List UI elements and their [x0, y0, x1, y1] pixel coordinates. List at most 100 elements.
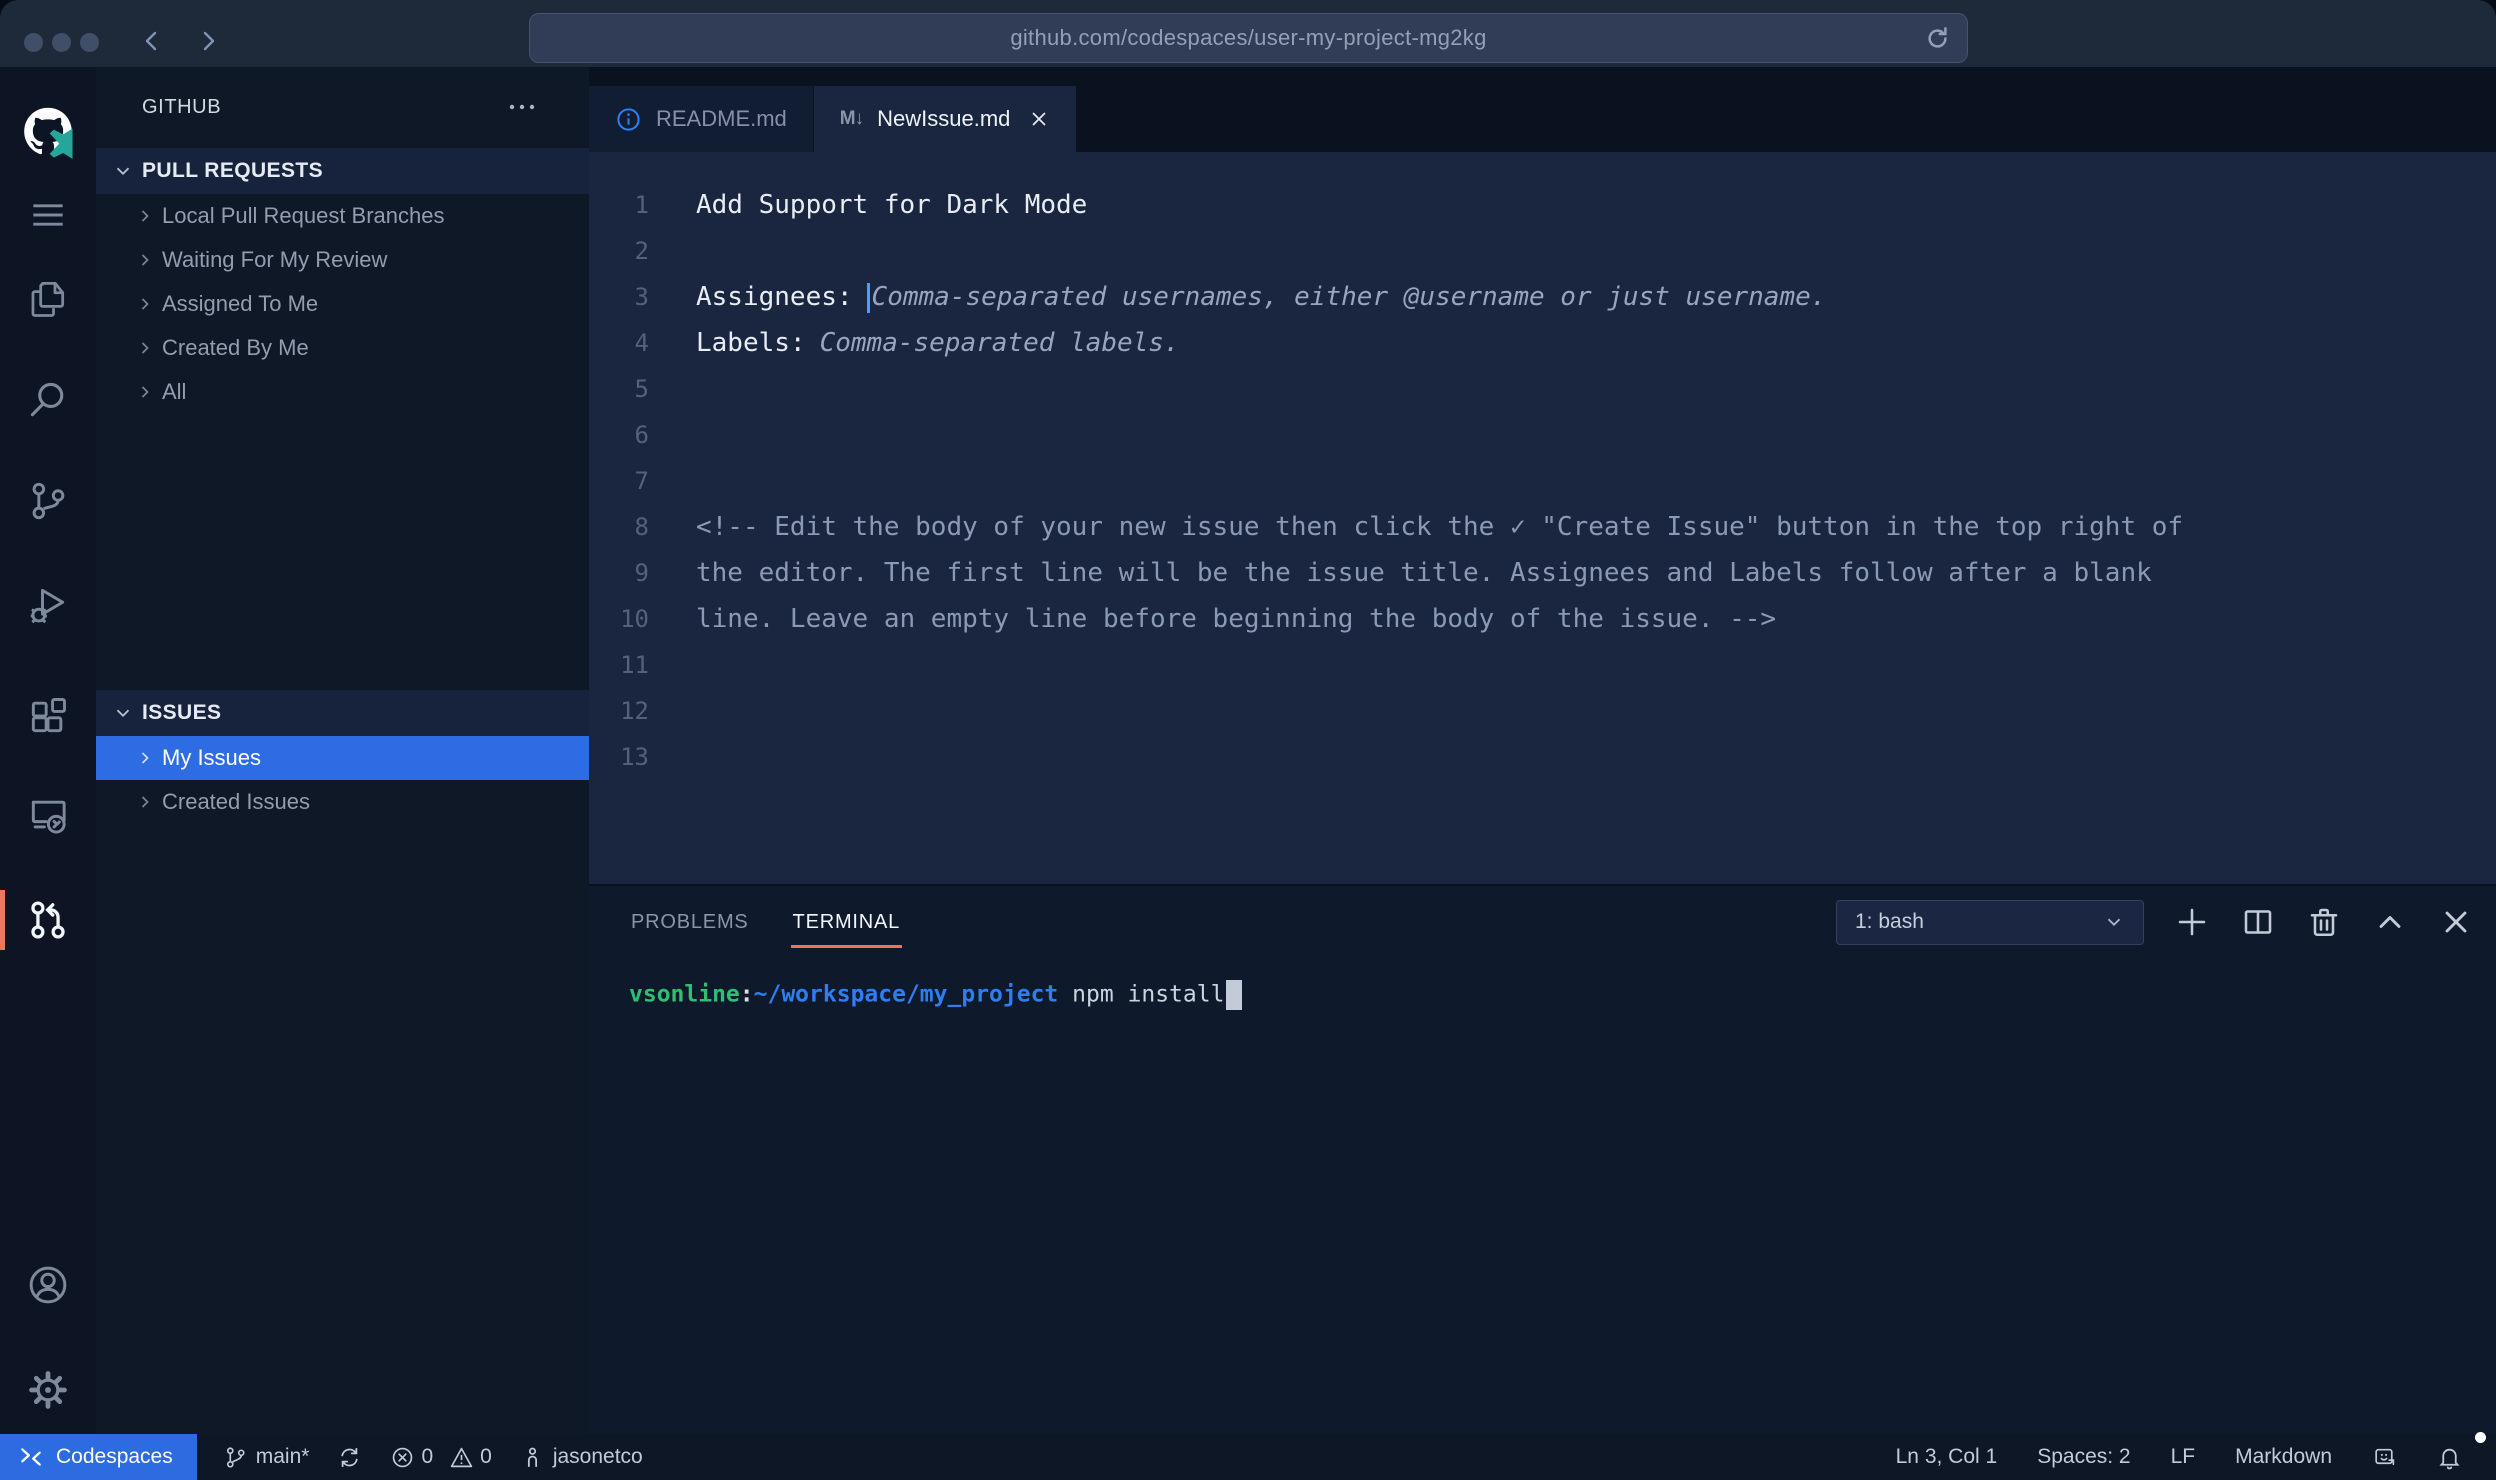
- browser-toolbar: github.com/codespaces/user-my-project-mg…: [0, 0, 2496, 67]
- chevron-down-icon: [112, 160, 134, 182]
- terminal[interactable]: vsonline:~/workspace/my_project npm inst…: [629, 980, 2496, 1010]
- tab-readme[interactable]: README.md: [589, 86, 814, 152]
- language-mode-status[interactable]: Markdown: [2215, 1434, 2352, 1480]
- editor-line[interactable]: 7: [589, 458, 2496, 504]
- error-icon: [390, 1445, 415, 1470]
- source-control-icon[interactable]: [0, 469, 96, 533]
- chevron-down-icon: [112, 702, 134, 724]
- split-terminal-icon[interactable]: [2240, 904, 2276, 940]
- reload-icon[interactable]: [1924, 25, 1951, 52]
- chevron-right-icon: [135, 250, 155, 270]
- terminal-cursor: [1226, 980, 1242, 1010]
- section-label: ISSUES: [142, 701, 221, 725]
- url-text: github.com/codespaces/user-my-project-mg…: [1010, 25, 1486, 51]
- chevron-right-icon: [135, 382, 155, 402]
- new-terminal-icon[interactable]: [2174, 904, 2210, 940]
- editor-line[interactable]: 8<!-- Edit the body of your new issue th…: [589, 504, 2496, 550]
- status-bar: Codespaces main* 0 0 jasonetco Ln 3, Col…: [0, 1434, 2496, 1480]
- address-bar[interactable]: github.com/codespaces/user-my-project-mg…: [529, 13, 1968, 63]
- section-label: PULL REQUESTS: [142, 159, 323, 183]
- chevron-right-icon: [135, 294, 155, 314]
- notifications-bell-icon[interactable]: [2417, 1434, 2482, 1480]
- chevron-down-icon: [2103, 911, 2125, 933]
- markdown-icon: M↓: [840, 108, 863, 130]
- sync-icon: [337, 1445, 362, 1470]
- close-icon[interactable]: [1028, 108, 1050, 130]
- tree-item-all[interactable]: All: [96, 370, 589, 414]
- editor-line[interactable]: 6: [589, 412, 2496, 458]
- sidebar: GITHUB PULL REQUESTS Local Pull Request …: [96, 67, 589, 1434]
- notification-badge: [2475, 1432, 2486, 1443]
- bottom-panel: PROBLEMS TERMINAL 1: bash: [589, 884, 2496, 1434]
- chevron-right-icon: [135, 206, 155, 226]
- tab-terminal[interactable]: TERMINAL: [791, 897, 903, 948]
- user-status[interactable]: jasonetco: [506, 1434, 657, 1480]
- sync-status[interactable]: [323, 1434, 376, 1480]
- settings-gear-icon[interactable]: [0, 1358, 96, 1422]
- text-cursor: [867, 283, 870, 313]
- editor-line[interactable]: 9the editor. The first line will be the …: [589, 550, 2496, 596]
- panel-header: PROBLEMS TERMINAL 1: bash: [589, 886, 2496, 958]
- tree-item-local-pull-request-branches[interactable]: Local Pull Request Branches: [96, 194, 589, 238]
- tree-item-created-issues[interactable]: Created Issues: [96, 780, 589, 824]
- tree-item-waiting-for-my-review[interactable]: Waiting For My Review: [96, 238, 589, 282]
- forward-icon[interactable]: [196, 29, 220, 53]
- info-icon: [615, 106, 642, 133]
- editor-line[interactable]: 12: [589, 688, 2496, 734]
- browser-window: github.com/codespaces/user-my-project-mg…: [0, 0, 2496, 1480]
- debug-icon[interactable]: [0, 573, 96, 637]
- account-icon[interactable]: [0, 1253, 96, 1317]
- sidebar-title: GITHUB: [142, 96, 221, 119]
- tree-item-created-by-me[interactable]: Created By Me: [96, 326, 589, 370]
- remote-explorer-icon[interactable]: [0, 783, 96, 847]
- tab-problems[interactable]: PROBLEMS: [629, 897, 751, 948]
- chevron-right-icon: [135, 792, 155, 812]
- back-icon[interactable]: [140, 29, 164, 53]
- section-issues[interactable]: ISSUES: [96, 690, 589, 736]
- editor-line[interactable]: 3Assignees:Comma-separated usernames, ei…: [589, 274, 2496, 320]
- remote-icon: [18, 1444, 44, 1470]
- editor-line[interactable]: 5: [589, 366, 2496, 412]
- feedback-icon[interactable]: [2352, 1434, 2417, 1480]
- editor-line[interactable]: 13: [589, 734, 2496, 780]
- window-minimize-button[interactable]: [52, 33, 71, 52]
- indentation-status[interactable]: Spaces: 2: [2017, 1434, 2150, 1480]
- search-icon[interactable]: [0, 368, 96, 432]
- maximize-panel-icon[interactable]: [2372, 904, 2408, 940]
- tab-label: NewIssue.md: [877, 106, 1010, 132]
- warning-icon: [449, 1445, 474, 1470]
- chevron-right-icon: [135, 748, 155, 768]
- text-editor[interactable]: 1Add Support for Dark Mode 2 3Assignees:…: [589, 152, 2496, 884]
- branch-icon: [223, 1445, 248, 1470]
- remote-status-codespaces[interactable]: Codespaces: [0, 1434, 197, 1480]
- window-close-button[interactable]: [24, 33, 43, 52]
- editor-line[interactable]: 2: [589, 228, 2496, 274]
- github-codespaces-logo-icon: [0, 100, 96, 164]
- branch-status[interactable]: main*: [209, 1434, 324, 1480]
- menu-icon[interactable]: [0, 183, 96, 247]
- tab-label: README.md: [656, 106, 787, 132]
- cursor-position-status[interactable]: Ln 3, Col 1: [1876, 1434, 2018, 1480]
- tab-bar: README.md M↓ NewIssue.md: [589, 67, 2496, 152]
- window-zoom-button[interactable]: [80, 33, 99, 52]
- chevron-right-icon: [135, 338, 155, 358]
- problems-status[interactable]: 0 0: [376, 1434, 505, 1480]
- extensions-icon[interactable]: [0, 684, 96, 748]
- github-pull-request-icon[interactable]: [0, 888, 96, 952]
- tab-new-issue[interactable]: M↓ NewIssue.md: [814, 86, 1078, 152]
- kill-terminal-trash-icon[interactable]: [2306, 904, 2342, 940]
- editor-line[interactable]: 11: [589, 642, 2496, 688]
- editor-line[interactable]: 1Add Support for Dark Mode: [589, 182, 2496, 228]
- tree-item-assigned-to-me[interactable]: Assigned To Me: [96, 282, 589, 326]
- terminal-shell-select[interactable]: 1: bash: [1836, 900, 2144, 945]
- activity-bar: [0, 67, 96, 1434]
- editor-line[interactable]: 4Labels:Comma-separated labels.: [589, 320, 2496, 366]
- sidebar-header: GITHUB: [96, 67, 589, 147]
- close-panel-icon[interactable]: [2438, 904, 2474, 940]
- section-pull-requests[interactable]: PULL REQUESTS: [96, 148, 589, 194]
- eol-status[interactable]: LF: [2151, 1434, 2216, 1480]
- explorer-icon[interactable]: [0, 267, 96, 331]
- editor-line[interactable]: 10line. Leave an empty line before begin…: [589, 596, 2496, 642]
- more-actions-icon[interactable]: [507, 95, 537, 119]
- tree-item-my-issues[interactable]: My Issues: [96, 736, 589, 780]
